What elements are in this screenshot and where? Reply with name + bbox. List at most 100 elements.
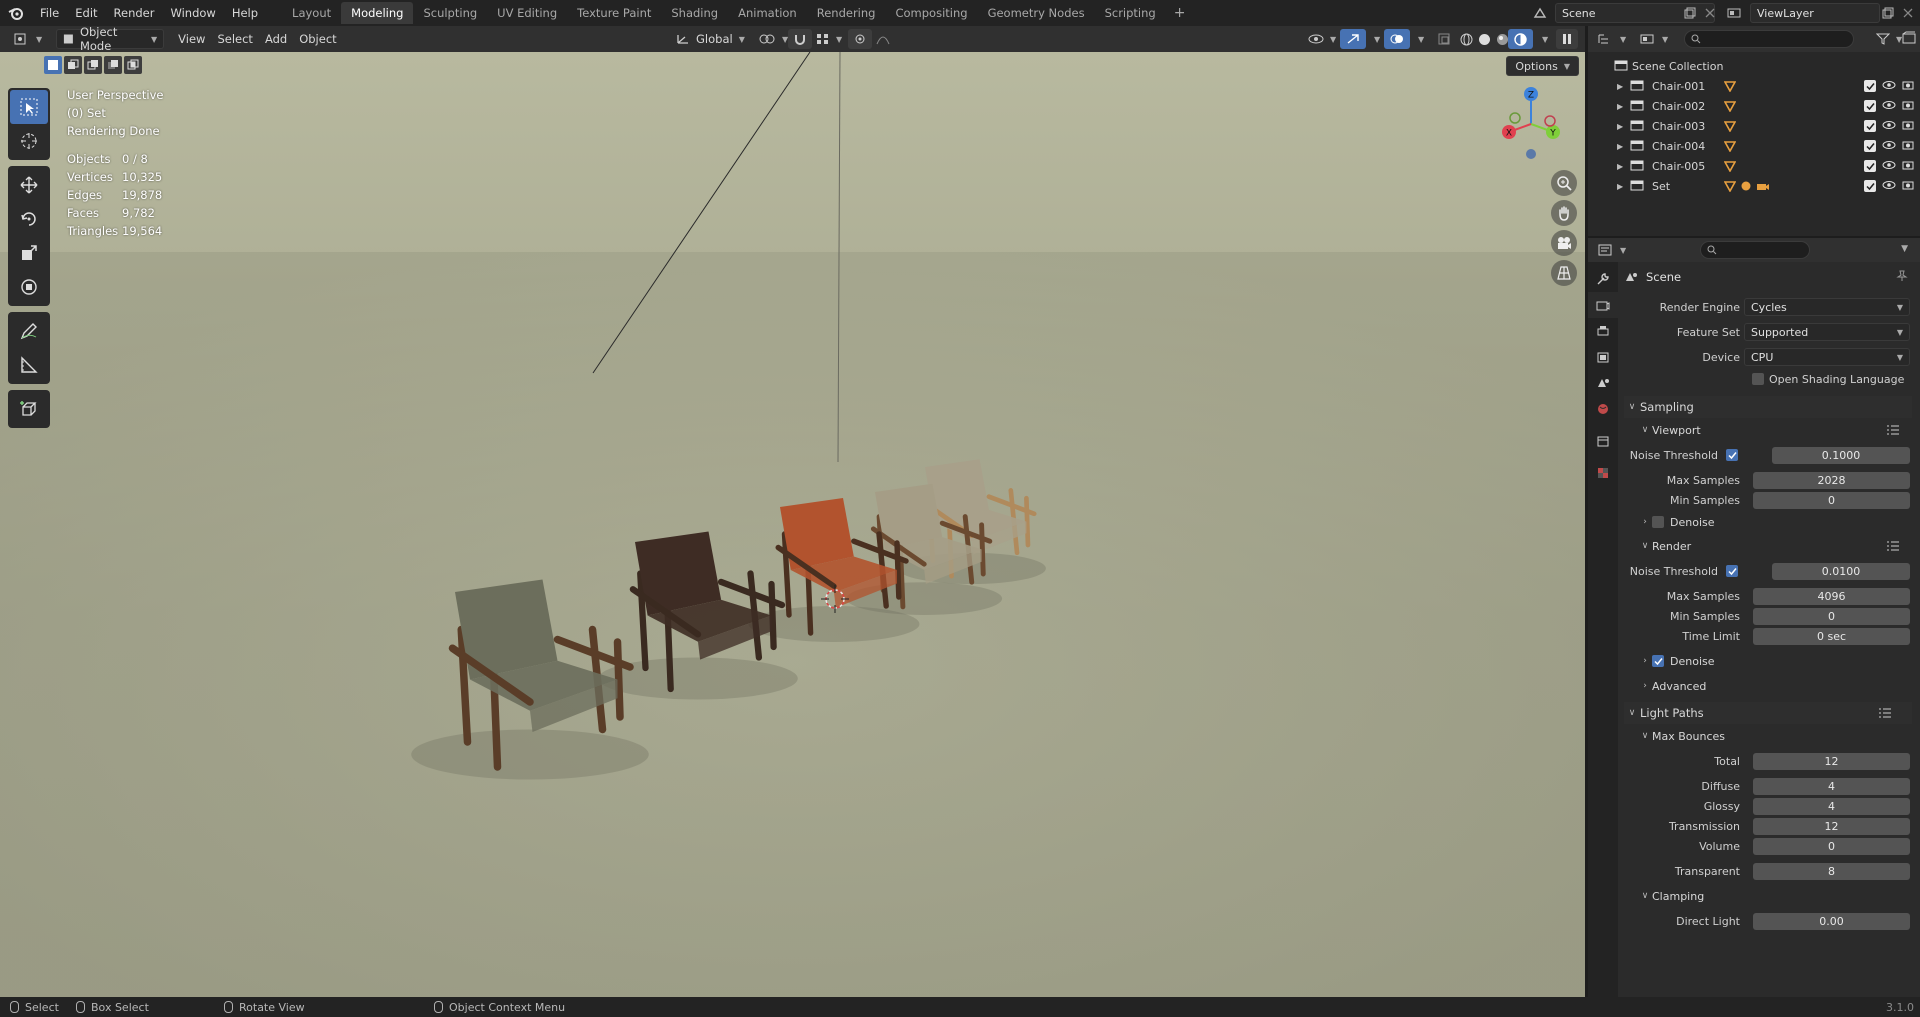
expand-arrow-icon[interactable]: ▶ <box>1617 182 1623 191</box>
diffuse-bounces-input[interactable]: 4 <box>1753 777 1910 795</box>
delete-view-layer-icon[interactable] <box>1898 3 1918 23</box>
shading-dropdown[interactable]: ▼ <box>1530 29 1554 49</box>
outliner-item-chair-004[interactable]: ▶ Chair-004 <box>1588 136 1920 156</box>
transform-orientation-dropdown[interactable]: Global ▼ <box>670 29 751 49</box>
outliner-item-set[interactable]: ▶ Set <box>1588 176 1920 196</box>
properties-options-chevron-icon[interactable]: ▼ <box>1901 244 1908 254</box>
delete-scene-icon[interactable] <box>1700 3 1720 23</box>
new-scene-icon[interactable] <box>1680 3 1700 23</box>
render-camera-icon[interactable] <box>1902 100 1914 113</box>
object-mode-dropdown[interactable]: Object Mode ▼ <box>56 25 165 53</box>
tab-output[interactable] <box>1588 318 1618 344</box>
expand-arrow-icon[interactable]: ▶ <box>1617 142 1623 151</box>
exclude-checkbox-icon[interactable] <box>1864 80 1876 92</box>
editor-type-button[interactable]: ▼ <box>8 29 48 49</box>
render-camera-icon[interactable] <box>1902 180 1914 193</box>
cursor-tool[interactable] <box>10 124 48 158</box>
render-engine-dropdown[interactable]: Cycles ▼ <box>1744 298 1910 316</box>
menu-view[interactable]: View <box>172 29 211 49</box>
tab-rendering[interactable]: Rendering <box>807 2 886 24</box>
snap-target-dropdown[interactable]: ▼ <box>810 29 848 49</box>
eye-icon[interactable] <box>1882 160 1896 173</box>
menu-file[interactable]: File <box>32 0 67 26</box>
tab-texture[interactable] <box>1588 460 1618 486</box>
view-layer-browse-icon[interactable] <box>1724 3 1744 23</box>
viewport-subpanel-header[interactable]: ∨ Viewport <box>1638 420 1912 440</box>
max-bounces-subpanel-header[interactable]: ∨ Max Bounces <box>1638 726 1912 746</box>
tab-layout[interactable]: Layout <box>282 2 341 24</box>
select-box-tool[interactable] <box>10 90 48 124</box>
presets-list-icon[interactable] <box>1886 540 1900 552</box>
options-dropdown[interactable]: Options ▼ <box>1506 56 1579 76</box>
presets-list-icon[interactable] <box>1878 707 1892 719</box>
direct-light-input[interactable]: 0.00 <box>1753 912 1910 930</box>
tab-tool[interactable] <box>1588 266 1618 292</box>
exclude-checkbox-icon[interactable] <box>1864 140 1876 152</box>
menu-edit[interactable]: Edit <box>67 0 105 26</box>
exclude-checkbox-icon[interactable] <box>1864 120 1876 132</box>
device-dropdown[interactable]: CPU ▼ <box>1744 348 1910 366</box>
eye-icon[interactable] <box>1882 180 1896 193</box>
new-view-layer-icon[interactable] <box>1878 3 1898 23</box>
gizmo-neg-y[interactable] <box>1509 112 1521 124</box>
transmission-bounces-input[interactable]: 12 <box>1753 817 1910 835</box>
add-cube-tool[interactable] <box>10 392 48 426</box>
measure-tool[interactable] <box>10 348 48 382</box>
tab-collection[interactable] <box>1588 428 1618 454</box>
select-new-icon[interactable] <box>44 56 62 74</box>
move-tool[interactable] <box>10 168 48 202</box>
tab-scripting[interactable]: Scripting <box>1095 2 1166 24</box>
eye-icon[interactable] <box>1882 80 1896 93</box>
gizmo-neg-z[interactable] <box>1526 149 1536 159</box>
menu-help[interactable]: Help <box>224 0 266 26</box>
menu-window[interactable]: Window <box>162 0 223 26</box>
scene-browse-icon[interactable] <box>1530 3 1550 23</box>
annotate-tool[interactable] <box>10 314 48 348</box>
tab-uv-editing[interactable]: UV Editing <box>487 2 567 24</box>
render-denoise-subpanel[interactable]: › Denoise <box>1638 651 1912 671</box>
tab-texture-paint[interactable]: Texture Paint <box>567 2 661 24</box>
camera-view-button[interactable] <box>1551 230 1577 256</box>
clamping-subpanel-header[interactable]: ∨ Clamping <box>1638 886 1912 906</box>
render-subpanel-header[interactable]: ∨ Render <box>1638 536 1912 556</box>
expand-arrow-icon[interactable]: ▶ <box>1617 162 1623 171</box>
tab-scene[interactable] <box>1588 370 1618 396</box>
tab-compositing[interactable]: Compositing <box>885 2 977 24</box>
menu-render[interactable]: Render <box>106 0 163 26</box>
outliner-scene-collection[interactable]: Scene Collection <box>1588 56 1920 76</box>
exclude-checkbox-icon[interactable] <box>1864 180 1876 192</box>
outliner-item-chair-001[interactable]: ▶ Chair-001 <box>1588 76 1920 96</box>
menu-object[interactable]: Object <box>293 29 342 49</box>
pin-icon[interactable] <box>1896 270 1908 285</box>
render-camera-icon[interactable] <box>1902 140 1914 153</box>
snap-toggle[interactable] <box>788 29 812 49</box>
expand-arrow-icon[interactable]: ▶ <box>1617 102 1623 111</box>
3d-viewport[interactable]: Options ▼ User Perspective (0) Set Rende… <box>0 52 1585 997</box>
eye-icon[interactable] <box>1882 140 1896 153</box>
render-time-limit-input[interactable]: 0 sec <box>1753 627 1910 645</box>
viewport-max-samples-input[interactable]: 2028 <box>1753 471 1910 489</box>
gizmo-dropdown[interactable]: ▼ <box>1362 29 1386 49</box>
transform-tool[interactable] <box>10 270 48 304</box>
sampling-section-header[interactable]: ∨ Sampling <box>1624 396 1912 418</box>
overlays-dropdown[interactable]: ▼ <box>1406 29 1430 49</box>
light-paths-section-header[interactable]: ∨ Light Paths <box>1624 702 1912 724</box>
display-mode-button[interactable]: ▼ <box>1634 29 1674 49</box>
tab-world[interactable] <box>1588 396 1618 422</box>
select-intersect-icon[interactable] <box>124 56 142 74</box>
tab-geometry-nodes[interactable]: Geometry Nodes <box>978 2 1095 24</box>
viewport-min-samples-input[interactable]: 0 <box>1753 491 1910 509</box>
tab-view-layer[interactable] <box>1588 344 1618 370</box>
viewport-noise-threshold-checkbox[interactable] <box>1726 449 1738 461</box>
tab-sculpting[interactable]: Sculpting <box>413 2 487 24</box>
properties-editor-type-button[interactable]: ▼ <box>1592 240 1632 260</box>
feature-set-dropdown[interactable]: Supported ▼ <box>1744 323 1910 341</box>
properties-search-input[interactable] <box>1700 241 1810 259</box>
render-min-samples-input[interactable]: 0 <box>1753 607 1910 625</box>
perspective-toggle-button[interactable] <box>1551 260 1577 286</box>
tab-shading[interactable]: Shading <box>661 2 728 24</box>
render-camera-icon[interactable] <box>1902 120 1914 133</box>
advanced-subpanel[interactable]: › Advanced <box>1638 676 1912 696</box>
rotate-tool[interactable] <box>10 202 48 236</box>
viewport-noise-threshold-input[interactable]: 0.1000 <box>1772 446 1910 464</box>
